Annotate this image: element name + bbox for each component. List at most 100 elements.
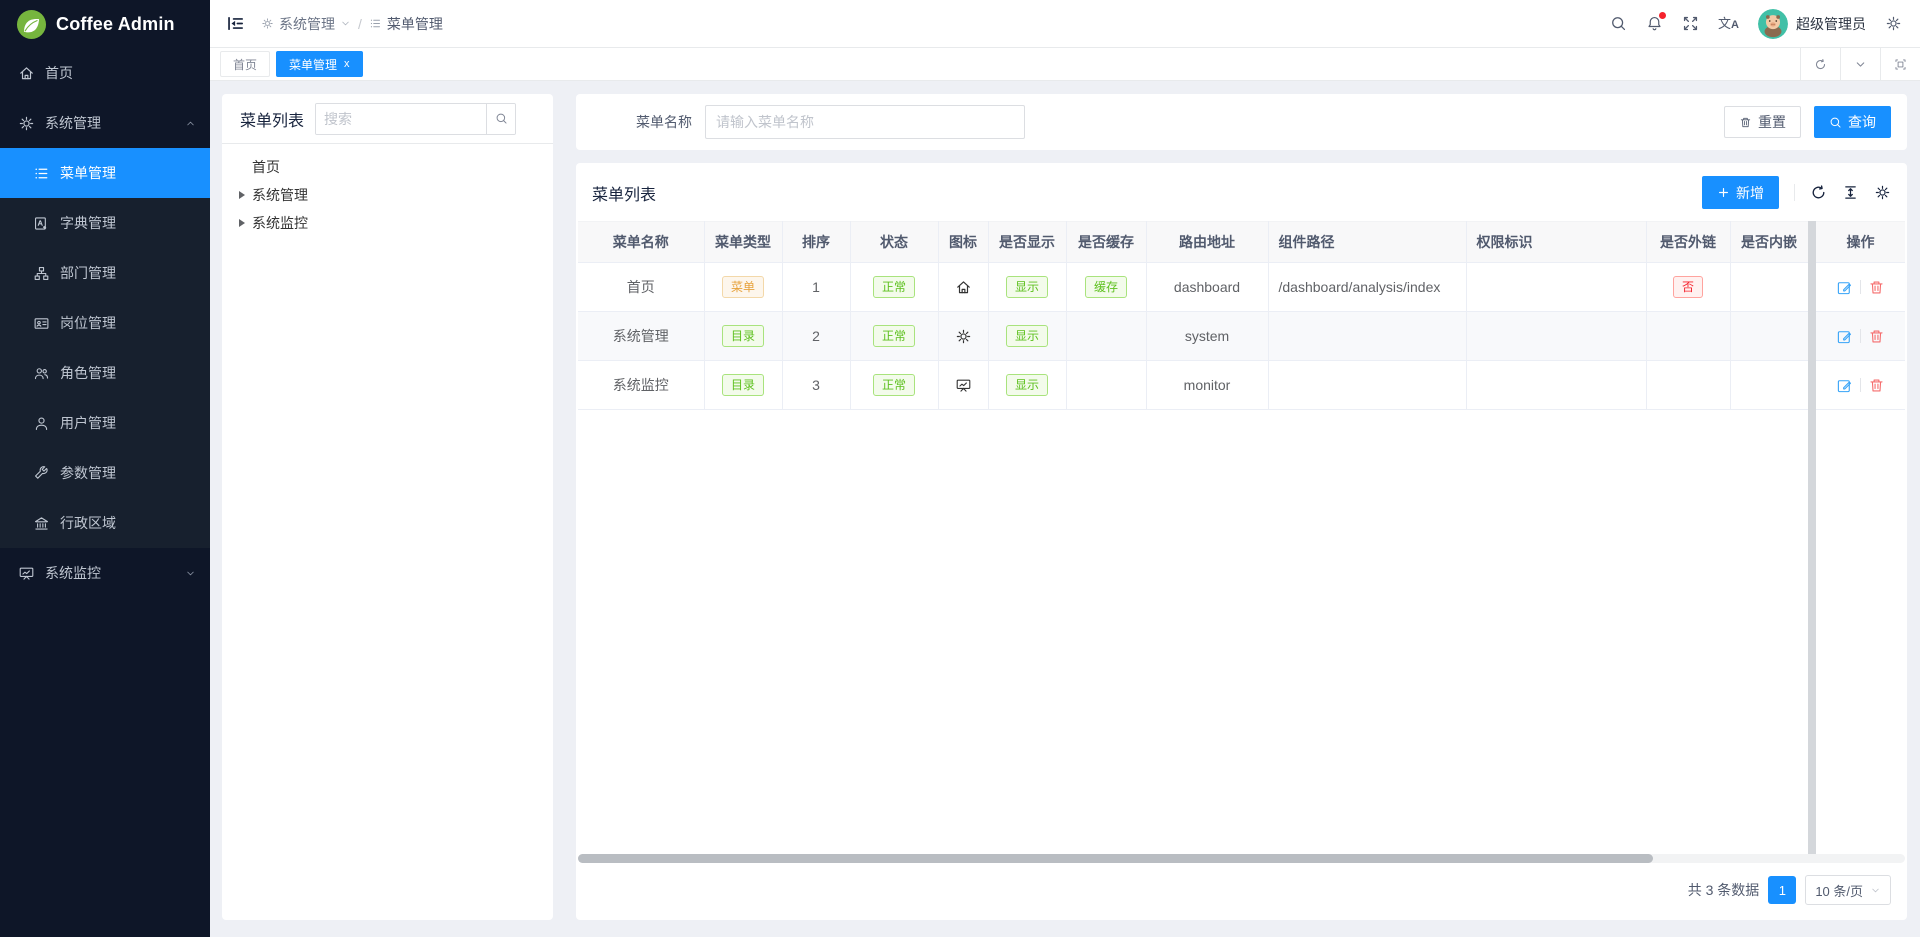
visible-badge: 显示 (1006, 325, 1048, 347)
pagination: 共 3 条数据 1 10 条/页 (576, 863, 1907, 920)
tree-item-home[interactable]: 首页 (222, 153, 553, 181)
leaf-logo-icon (16, 9, 47, 40)
settings-button[interactable] (1885, 15, 1902, 32)
tab-home[interactable]: 首页 (220, 51, 270, 77)
breadcrumb-separator: / (358, 16, 362, 32)
user-menu[interactable]: 超级管理员 (1758, 9, 1866, 39)
table-header-row: 菜单名称 菜单类型 排序 状态 图标 是否显示 是否缓存 路由地址 组件路径 (578, 222, 1905, 263)
gear-icon (261, 17, 274, 30)
page-size-select[interactable]: 10 条/页 (1805, 875, 1891, 905)
page-1-button[interactable]: 1 (1768, 876, 1796, 904)
delete-button[interactable] (1868, 328, 1885, 345)
edit-button[interactable] (1836, 377, 1853, 394)
fixed-column-shadow (1808, 221, 1816, 854)
external-badge: 否 (1673, 276, 1703, 298)
tree-item-system[interactable]: 系统管理 (222, 181, 553, 209)
row-height-button[interactable] (1842, 184, 1859, 201)
edit-button[interactable] (1836, 279, 1853, 296)
tree-search-input[interactable] (316, 104, 486, 134)
sidebar-item-dept-mgmt[interactable]: 部门管理 (0, 248, 210, 298)
col-menu-type: 菜单类型 (704, 222, 782, 263)
gear-icon (955, 328, 972, 345)
menu-name-label: 菜单名称 (636, 112, 692, 132)
notifications-button[interactable] (1646, 15, 1663, 32)
tree-item-monitor[interactable]: 系统监控 (222, 209, 553, 237)
delete-button[interactable] (1868, 279, 1885, 296)
tab-label: 首页 (233, 56, 257, 73)
content-maximize-button[interactable] (1880, 48, 1920, 80)
horizontal-scrollbar-thumb[interactable] (578, 854, 1653, 863)
sidebar-item-role-mgmt[interactable]: 角色管理 (0, 348, 210, 398)
reset-button[interactable]: 重置 (1724, 106, 1801, 138)
cell-status: 正常 (850, 263, 938, 312)
sidebar-item-param-mgmt[interactable]: 参数管理 (0, 448, 210, 498)
home-icon (18, 65, 35, 82)
cell-component (1268, 361, 1466, 410)
delete-button[interactable] (1868, 377, 1885, 394)
global-search-button[interactable] (1610, 15, 1627, 32)
edit-icon (1836, 328, 1853, 345)
gear-icon (18, 115, 35, 132)
tab-refresh-button[interactable] (1800, 48, 1840, 80)
search-button[interactable]: 查询 (1814, 106, 1891, 138)
sidebar-item-label: 系统管理 (45, 113, 101, 133)
cell-name: 系统管理 (578, 312, 704, 361)
menu-name-input[interactable] (705, 105, 1025, 139)
total-count: 共 3 条数据 (1688, 880, 1760, 900)
table-card-header: 菜单列表 新增 (576, 163, 1907, 221)
operation-divider (1860, 329, 1861, 343)
operation-divider (1860, 378, 1861, 392)
menu-fold-button[interactable] (226, 14, 245, 33)
app-root: Coffee Admin 首页 系统管理 菜单管理 字典管理 (0, 0, 1920, 937)
fullscreen-icon (1682, 15, 1699, 32)
menu-table: 菜单名称 菜单类型 排序 状态 图标 是否显示 是否缓存 路由地址 组件路径 (578, 221, 1905, 410)
table-refresh-button[interactable] (1810, 184, 1827, 201)
col-menu-name: 菜单名称 (578, 222, 704, 263)
breadcrumb-current[interactable]: 菜单管理 (369, 14, 443, 34)
sidebar-item-dict-mgmt[interactable]: 字典管理 (0, 198, 210, 248)
col-embedded: 是否内嵌 (1730, 222, 1808, 263)
app-logo[interactable]: Coffee Admin (0, 0, 210, 48)
sidebar-item-user-mgmt[interactable]: 用户管理 (0, 398, 210, 448)
sidebar-item-menu-mgmt[interactable]: 菜单管理 (0, 148, 210, 198)
caret-right-icon[interactable] (239, 219, 245, 227)
cell-external: 否 (1646, 263, 1730, 312)
refresh-icon (1810, 184, 1827, 201)
tree-more-button[interactable] (527, 115, 543, 123)
sidebar-item-region-mgmt[interactable]: 行政区域 (0, 498, 210, 548)
cell-status: 正常 (850, 312, 938, 361)
cell-name: 首页 (578, 263, 704, 312)
sidebar-item-system[interactable]: 系统管理 (0, 98, 210, 148)
cell-permission (1466, 312, 1646, 361)
topbar: 系统管理 / 菜单管理 文 (210, 0, 1920, 48)
sidebar-item-post-mgmt[interactable]: 岗位管理 (0, 298, 210, 348)
status-badge: 正常 (873, 374, 915, 396)
col-sort: 排序 (782, 222, 850, 263)
notification-dot (1659, 12, 1666, 19)
type-badge: 目录 (722, 325, 764, 347)
sidebar-item-label: 角色管理 (60, 363, 116, 383)
language-switch-button[interactable]: 文A (1718, 17, 1739, 31)
filter-bar: 菜单名称 重置 查询 (576, 94, 1907, 150)
caret-right-icon[interactable] (239, 191, 245, 199)
horizontal-scrollbar (578, 854, 1905, 863)
add-button[interactable]: 新增 (1702, 176, 1779, 209)
cell-external (1646, 361, 1730, 410)
tab-actions-dropdown[interactable] (1840, 48, 1880, 80)
maximize-icon (1894, 58, 1907, 71)
cell-sort: 3 (782, 361, 850, 410)
tab-menu-mgmt[interactable]: 菜单管理 x (276, 51, 363, 77)
breadcrumb-parent[interactable]: 系统管理 (261, 14, 351, 34)
trash-icon (1868, 328, 1885, 345)
visible-badge: 显示 (1006, 374, 1048, 396)
close-icon[interactable]: x (344, 59, 350, 70)
cell-embedded (1730, 361, 1808, 410)
column-settings-button[interactable] (1874, 184, 1891, 201)
cell-visible: 显示 (988, 361, 1066, 410)
sidebar-item-home[interactable]: 首页 (0, 48, 210, 98)
sidebar-item-monitor[interactable]: 系统监控 (0, 548, 210, 598)
cell-sort: 2 (782, 312, 850, 361)
fullscreen-button[interactable] (1682, 15, 1699, 32)
edit-button[interactable] (1836, 328, 1853, 345)
tree-search-button[interactable] (486, 104, 515, 134)
